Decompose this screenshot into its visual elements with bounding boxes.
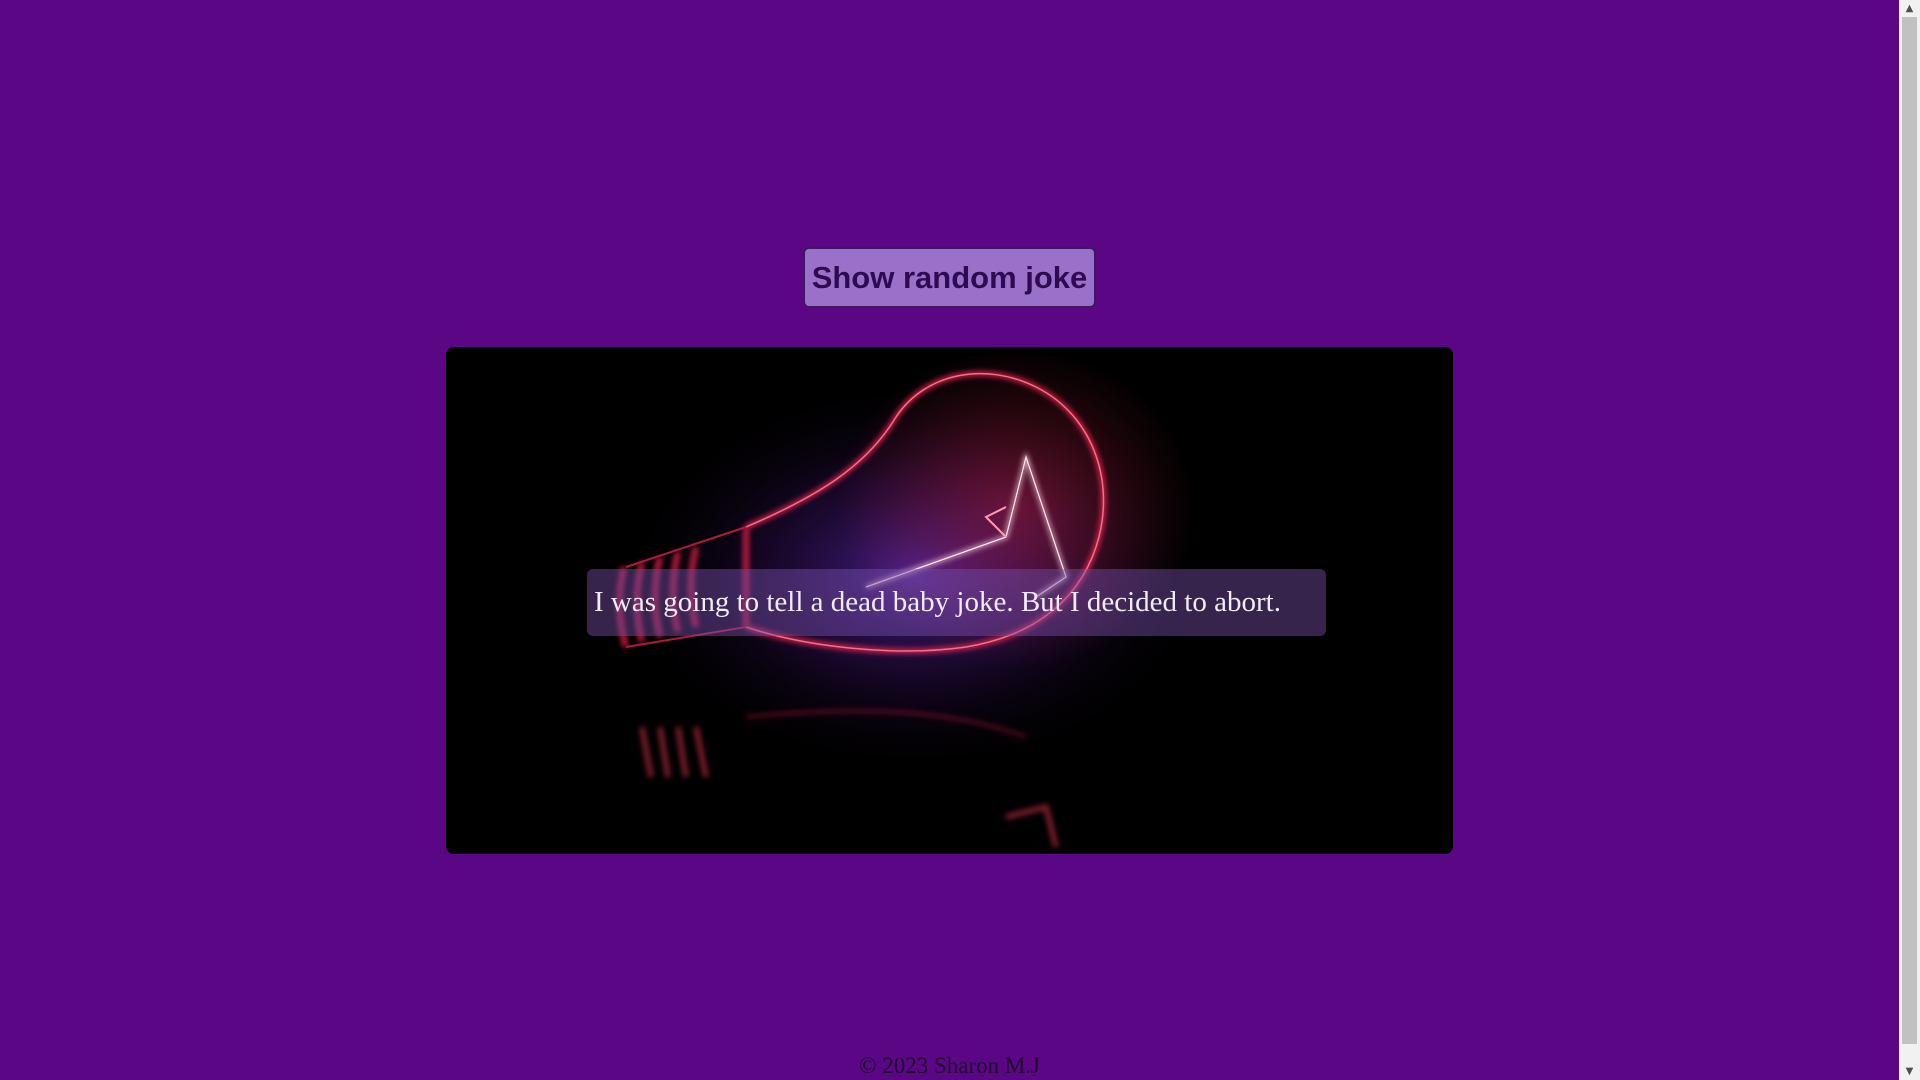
triangle-up-icon[interactable]: ▲ bbox=[1899, 0, 1920, 17]
copyright-footer: © 2023 Sharon M.J bbox=[858, 1053, 1041, 1078]
scrollbar-thumb[interactable] bbox=[1902, 17, 1917, 1044]
triangle-down-icon[interactable]: ▼ bbox=[1899, 1063, 1920, 1080]
joke-text: I was going to tell a dead baby joke. Bu… bbox=[594, 586, 1281, 618]
vertical-scrollbar[interactable]: ▲ ▼ bbox=[1899, 0, 1920, 1080]
show-random-joke-button[interactable]: Show random joke bbox=[803, 247, 1096, 308]
joke-text-box: I was going to tell a dead baby joke. Bu… bbox=[587, 569, 1326, 636]
joke-card: I was going to tell a dead baby joke. Bu… bbox=[446, 347, 1453, 854]
page: Show random joke I was going to tell a d… bbox=[0, 0, 1899, 1080]
